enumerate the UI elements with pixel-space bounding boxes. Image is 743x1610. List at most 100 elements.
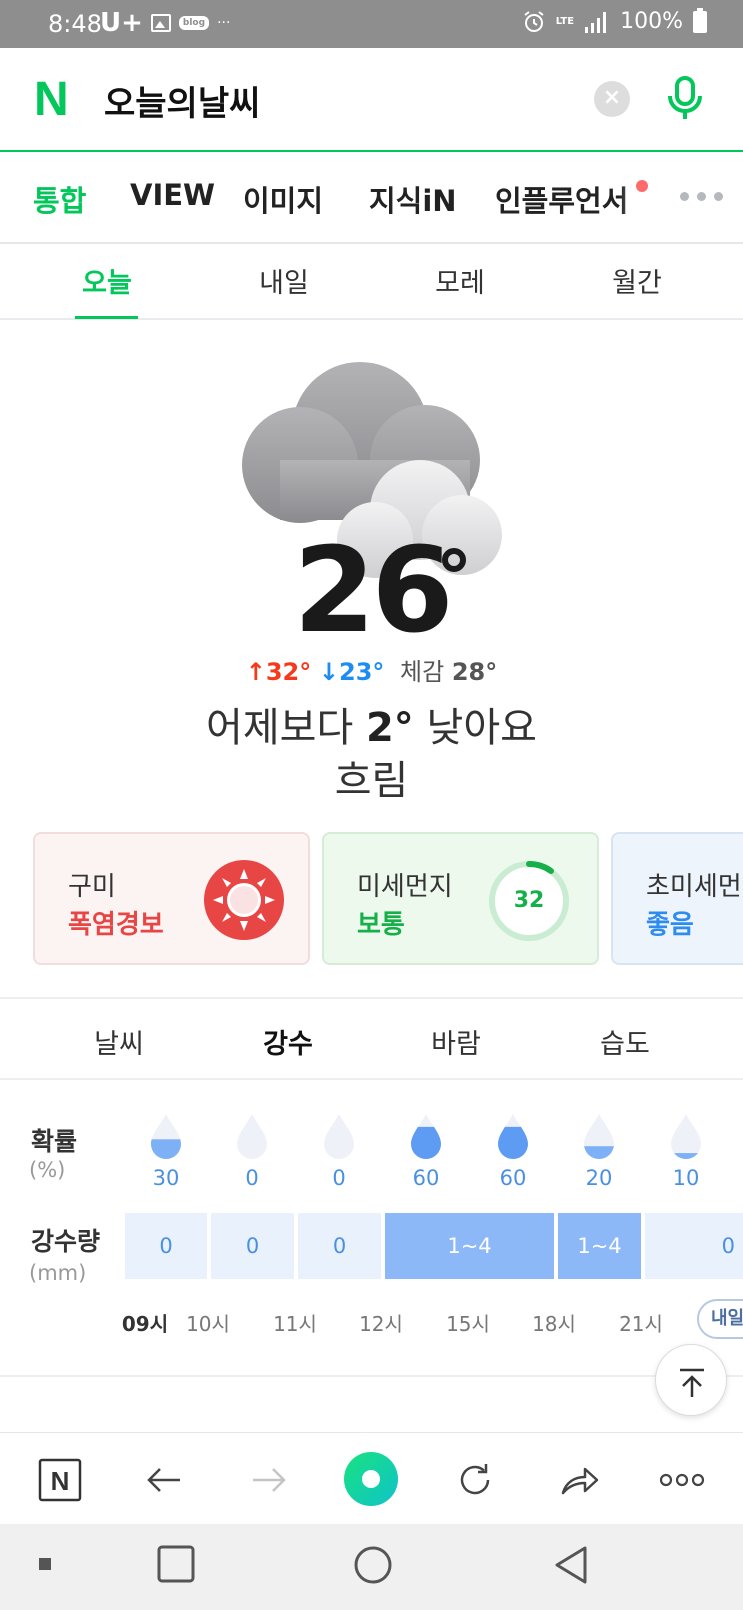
raindrop-icon [151, 1114, 181, 1159]
mic-icon[interactable] [660, 74, 710, 124]
scroll-top-button[interactable] [655, 1344, 727, 1416]
tab-images[interactable]: 이미지 [243, 178, 323, 220]
feels-like-label: 체감 [400, 658, 445, 686]
svg-text:N: N [51, 1466, 70, 1496]
browser-toolbar: N [0, 1432, 743, 1524]
time-label: 21시 [619, 1312, 663, 1336]
raindrop-icon [584, 1114, 614, 1159]
card-status: 보통 [357, 910, 405, 940]
heatwave-sun-icon [204, 860, 284, 940]
search-header: N 오늘의날씨 × [0, 48, 743, 152]
time-label: 10시 [186, 1312, 230, 1336]
notification-dot [636, 180, 648, 192]
high-temp: 32° [265, 658, 312, 686]
battery-icon [693, 7, 707, 33]
detail-tabs: 날씨 강수 바람 습도 [0, 1000, 743, 1080]
search-input[interactable]: 오늘의날씨 [104, 76, 260, 125]
yesterday-compare: 어제보다 2° 낮아요 [0, 695, 743, 753]
carrier-label: U+ [100, 8, 143, 38]
system-nav-bar [0, 1524, 743, 1610]
probability-unit: (%) [29, 1158, 66, 1182]
time-label: 18시 [532, 1312, 576, 1336]
ultrafine-dust-card[interactable]: 초미세먼 좋음 [611, 832, 743, 965]
fine-dust-card[interactable]: 미세먼지 보통 32 [322, 832, 599, 965]
current-temperature: 26 [293, 521, 453, 659]
recent-dot-icon[interactable] [38, 1557, 52, 1571]
amount-label: 강수량 [31, 1227, 101, 1256]
back-icon[interactable] [140, 1455, 190, 1505]
time-label: 15시 [446, 1312, 490, 1336]
card-region: 구미 [68, 872, 116, 902]
low-arrow: ↓ [318, 658, 339, 686]
arrow-up-icon [680, 1368, 704, 1397]
card-title: 초미세먼 [646, 872, 742, 902]
refresh-icon[interactable] [450, 1455, 500, 1505]
heat-warning-card[interactable]: 구미 폭염경보 [33, 832, 310, 965]
raindrop-icon [411, 1114, 441, 1159]
forward-icon[interactable] [243, 1455, 293, 1505]
probability-value: 0 [245, 1166, 259, 1190]
raindrop-icon [324, 1114, 354, 1159]
tab-tomorrow[interactable]: 내일 [214, 261, 354, 300]
naver-home-icon[interactable]: N [35, 1455, 85, 1505]
overflow-icon: ··· [217, 15, 231, 31]
card-status: 폭염경보 [68, 910, 164, 940]
time-label: 11시 [273, 1312, 317, 1336]
tab-influencer[interactable]: 인플루언서 [495, 178, 628, 220]
tab-view[interactable]: VIEW [130, 178, 215, 212]
raindrop-icon [237, 1114, 267, 1159]
share-icon[interactable] [555, 1455, 605, 1505]
compare-suffix: 낮아요 [426, 705, 537, 751]
green-dot-button[interactable] [344, 1452, 398, 1506]
overview-icon[interactable] [156, 1544, 196, 1584]
compare-prefix: 어제보다 [206, 705, 354, 751]
card-title: 미세먼지 [357, 872, 453, 902]
battery-percent: 100% [620, 9, 683, 34]
amount-cell: 0 [125, 1213, 207, 1279]
amount-cell: 1~4 [385, 1213, 554, 1279]
card-status: 좋음 [646, 910, 694, 940]
raindrop-icon [498, 1114, 528, 1159]
status-bar: 8:48 U+ blog ··· LTE 100% [0, 0, 743, 48]
image-icon [150, 14, 171, 32]
tab-weather[interactable]: 날씨 [59, 1022, 179, 1061]
compare-value: 2° [365, 705, 414, 751]
amount-cell: 0 [645, 1213, 743, 1279]
home-icon[interactable] [352, 1544, 394, 1586]
low-temp: 23° [339, 658, 385, 686]
probability-value: 60 [412, 1166, 440, 1190]
naver-logo[interactable]: N [34, 76, 80, 124]
tab-knowledge-in[interactable]: 지식iN [369, 178, 457, 220]
probability-value: 10 [672, 1166, 700, 1190]
amount-unit: (mm) [29, 1261, 87, 1285]
more-options-icon[interactable] [657, 1455, 707, 1505]
tab-precipitation[interactable]: 강수 [228, 1022, 348, 1061]
probability-value: 0 [332, 1166, 346, 1190]
lte-icon: LTE [555, 16, 575, 27]
system-back-icon[interactable] [552, 1544, 592, 1586]
active-tab-indicator [75, 316, 138, 319]
tab-today[interactable]: 오늘 [37, 261, 177, 300]
tomorrow-button[interactable]: 내일 [697, 1299, 743, 1339]
amount-cell: 0 [211, 1213, 294, 1279]
time-label: 12시 [359, 1312, 403, 1336]
tab-integrated[interactable]: 통합 [33, 178, 86, 220]
amount-cell: 1~4 [558, 1213, 641, 1279]
clear-search-button[interactable]: × [594, 81, 630, 117]
temp-range: ↑32° ↓23° 체감 28° [0, 652, 743, 687]
tab-humidity[interactable]: 습도 [565, 1022, 685, 1061]
tab-day-after[interactable]: 모레 [390, 261, 530, 300]
more-tabs-icon[interactable] [680, 192, 723, 201]
probability-label: 확률 [31, 1127, 78, 1156]
time-label: 09시 [121, 1312, 169, 1336]
signal-icon [585, 11, 607, 33]
raindrop-icon [671, 1114, 701, 1159]
feels-like-value: 28° [451, 658, 498, 686]
tab-monthly[interactable]: 월간 [567, 261, 707, 300]
dust-value: 32 [513, 888, 545, 913]
high-arrow: ↑ [245, 658, 266, 686]
category-tabs: 통합 VIEW 이미지 지식iN 인플루언서 [0, 152, 743, 244]
probability-value: 30 [152, 1166, 180, 1190]
tab-wind[interactable]: 바람 [396, 1022, 516, 1061]
degree-symbol [442, 548, 466, 572]
